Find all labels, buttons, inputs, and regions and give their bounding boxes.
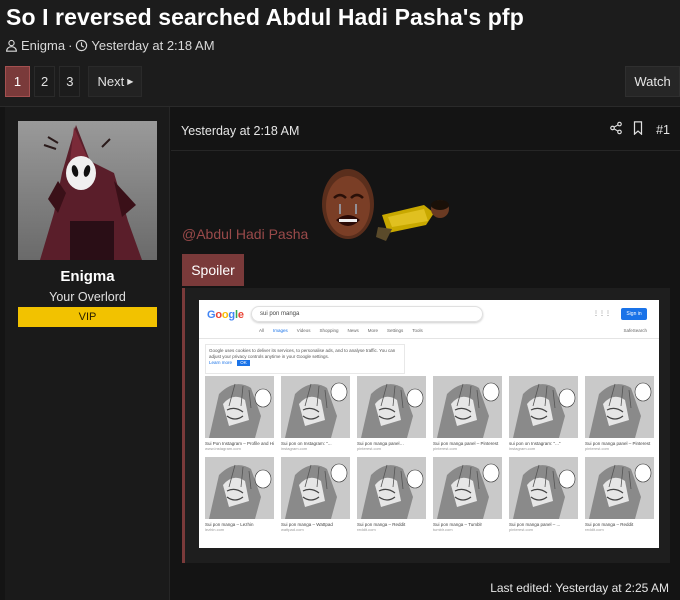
result-source: pinterest.com	[357, 446, 382, 451]
manga-panel-thumbnail	[357, 457, 426, 519]
thread-title: So I reversed searched Abdul Hadi Pasha'…	[6, 4, 524, 30]
user-cell: Enigma Your Overlord VIP	[5, 107, 170, 600]
result-source: www.instagram.com	[205, 446, 241, 451]
google-image-result: Sui Pon Instagram – Profile and Hi… www.i…	[205, 376, 274, 451]
manga-panel-thumbnail	[281, 457, 350, 519]
thread-meta: Enigma · Yesterday at 2:18 AM	[5, 38, 215, 53]
avatar[interactable]	[18, 121, 157, 260]
google-safesearch: SafeSearch	[623, 328, 647, 333]
google-image-result: Sui pon manga – Lezhin lezhin.com	[205, 457, 274, 532]
google-images-screenshot[interactable]: Google sui pon manga ⋮⋮⋮ Sign in All Ima…	[199, 300, 659, 548]
google-tab: Tools	[412, 328, 423, 333]
manga-panel-thumbnail	[281, 376, 350, 438]
manga-panel-thumbnail	[509, 457, 578, 519]
bookmark-icon[interactable]	[632, 121, 644, 135]
user-title: Your Overlord	[49, 290, 126, 304]
google-image-result: Sui pon manga panel – Pinterest pinterest…	[433, 376, 502, 451]
chevron-right-icon: ▶	[127, 77, 134, 86]
user-mention[interactable]: @Abdul Hadi Pasha	[182, 226, 308, 242]
google-logo: Google	[207, 309, 244, 321]
cookie-learn-more: Learn more	[209, 360, 233, 365]
post-content: Yesterday at 2:18 AM #1 @Abdul Hadi Pash…	[171, 107, 680, 600]
result-source: wattpad.com	[281, 527, 304, 532]
manga-panel-thumbnail	[357, 376, 426, 438]
google-divider	[199, 338, 659, 339]
user-icon	[6, 39, 17, 52]
google-tab: Videos	[296, 328, 311, 333]
google-tab: Shopping	[319, 328, 339, 333]
page-1-button[interactable]: 1	[5, 66, 30, 97]
last-edited: Last edited: Yesterday at 2:25 AM	[490, 581, 669, 595]
post: Enigma Your Overlord VIP Yesterday at 2:…	[0, 106, 680, 600]
manga-panel-thumbnail	[433, 457, 502, 519]
spoiler-content: Google sui pon manga ⋮⋮⋮ Sign in All Ima…	[182, 288, 670, 563]
result-source: reddit.com	[357, 527, 376, 532]
post-header: Yesterday at 2:18 AM #1	[171, 107, 680, 151]
watch-button[interactable]: Watch	[625, 66, 680, 97]
manga-panel-thumbnail	[205, 457, 274, 519]
next-label: Next	[97, 74, 125, 89]
post-number[interactable]: #1	[656, 123, 670, 137]
google-image-result: Sui pon manga panel… pinterest.com	[357, 376, 426, 451]
result-source: pinterest.com	[509, 527, 534, 532]
username[interactable]: Enigma	[5, 268, 170, 285]
vip-badge: VIP	[18, 307, 157, 327]
google-tab: Settings	[387, 328, 404, 333]
dancing-man-gif	[376, 200, 449, 241]
crying-face-emoji	[322, 169, 374, 239]
google-cookie-notice: Google uses cookies to deliver its servi…	[205, 344, 405, 374]
result-source: instagram.com	[509, 446, 536, 451]
google-signin-button: Sign in	[621, 308, 647, 320]
spoiler-button[interactable]: Spoiler	[182, 254, 244, 286]
google-image-grid: Sui Pon Instagram – Profile and Hi… www.i…	[205, 376, 654, 532]
pagination: 1 2 3 Next ▶	[5, 66, 143, 97]
thread-author[interactable]: Enigma	[21, 38, 65, 53]
google-image-result: Sui pon manga – Reddit reddit.com	[585, 457, 654, 532]
next-page-button[interactable]: Next ▶	[88, 66, 143, 97]
result-source: pinterest.com	[585, 446, 610, 451]
result-source: lezhin.com	[205, 527, 225, 532]
google-image-result: Sui pon manga panel – Pinterest pinterest…	[585, 376, 654, 451]
clock-icon	[76, 39, 88, 52]
google-tab: News	[347, 328, 359, 333]
thread-date[interactable]: Yesterday at 2:18 AM	[91, 38, 214, 53]
result-source: pinterest.com	[433, 446, 458, 451]
page-2-button[interactable]: 2	[34, 66, 56, 97]
avatar-image	[18, 121, 157, 260]
google-tabs: All Images Videos Shopping News More Set…	[259, 328, 423, 333]
page-3-button[interactable]: 3	[59, 66, 81, 97]
google-image-result: Sui pon on Instagram: "... instagram.com	[281, 376, 350, 451]
post-date[interactable]: Yesterday at 2:18 AM	[181, 124, 299, 138]
google-search-box: sui pon manga	[251, 306, 483, 322]
apps-icon: ⋮⋮⋮	[593, 311, 611, 317]
google-tab: More	[367, 328, 379, 333]
cookie-notice-text: Google uses cookies to deliver its servi…	[209, 348, 396, 359]
meta-separator: ·	[68, 38, 73, 53]
google-tab: Images	[273, 328, 288, 333]
manga-panel-thumbnail	[205, 376, 274, 438]
manga-panel-thumbnail	[509, 376, 578, 438]
cookie-ok-button: OK	[237, 360, 250, 366]
share-icon[interactable]	[609, 121, 623, 135]
google-image-result: Sui pon manga – Wattpad wattpad.com	[281, 457, 350, 532]
google-image-result: sui pon on Instagram: "..." instagram.com	[509, 376, 578, 451]
manga-panel-thumbnail	[585, 376, 654, 438]
google-image-result: Sui pon manga panel – ... pinterest.com	[509, 457, 578, 532]
result-source: reddit.com	[585, 527, 604, 532]
manga-panel-thumbnail	[585, 457, 654, 519]
google-image-result: Sui pon manga – Tumblr tumblr.com	[433, 457, 502, 532]
manga-panel-thumbnail	[433, 376, 502, 438]
google-tab: All	[259, 328, 265, 333]
result-source: instagram.com	[281, 446, 308, 451]
result-source: tumblr.com	[433, 527, 453, 532]
google-image-result: Sui pon manga – Reddit reddit.com	[357, 457, 426, 532]
